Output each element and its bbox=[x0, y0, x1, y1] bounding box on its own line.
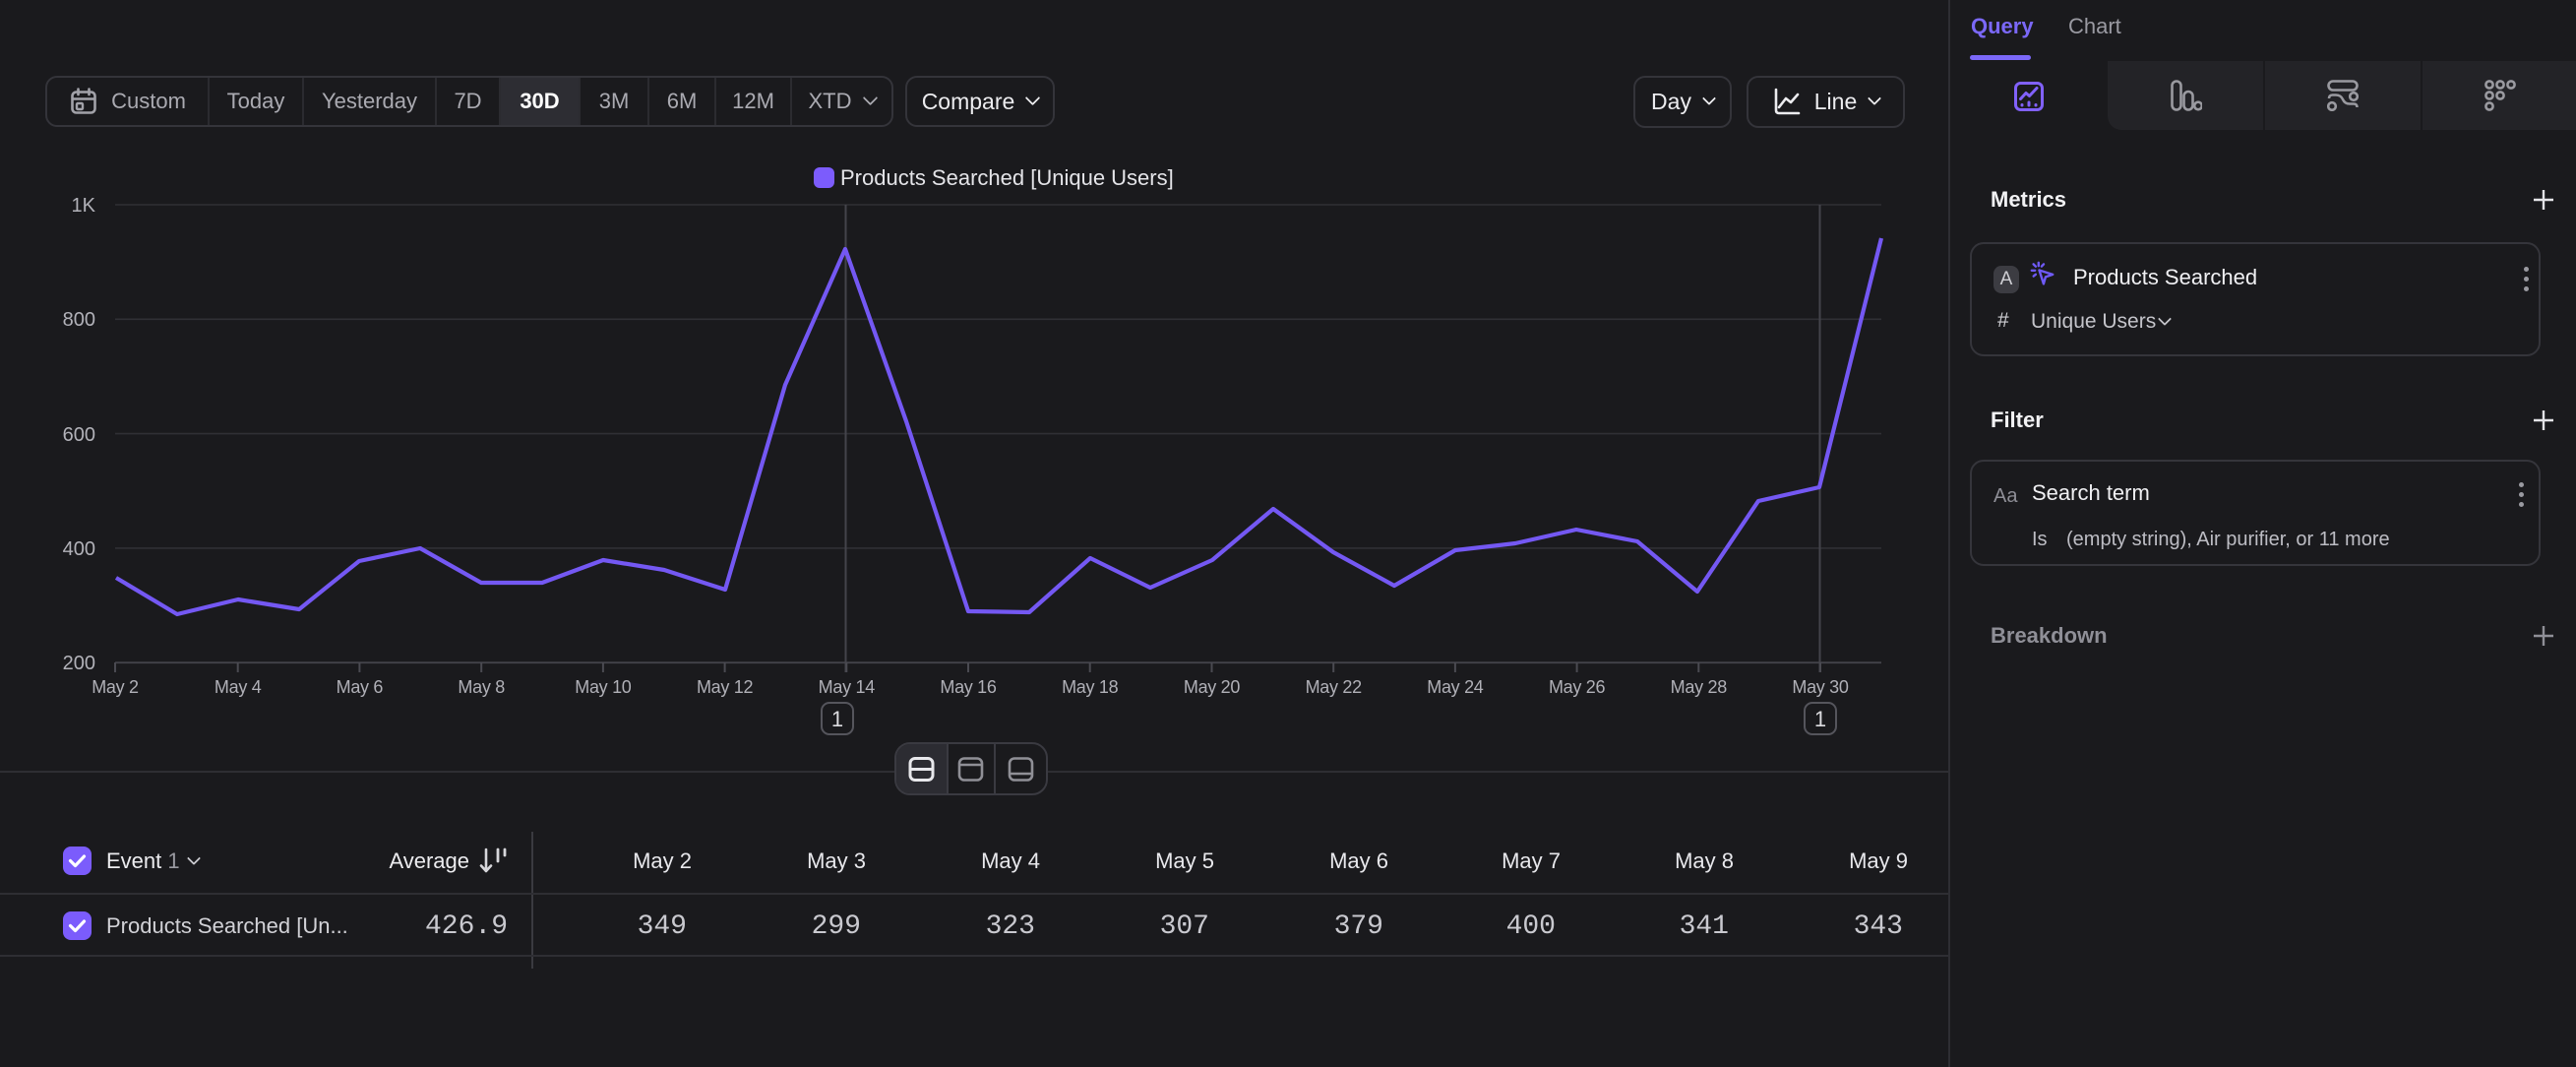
svg-text:May 2: May 2 bbox=[92, 677, 139, 697]
svg-text:600: 600 bbox=[63, 424, 95, 446]
svg-text:1K: 1K bbox=[72, 195, 96, 217]
svg-text:1: 1 bbox=[831, 707, 843, 731]
svg-text:May 28: May 28 bbox=[1671, 677, 1728, 697]
svg-text:May 16: May 16 bbox=[940, 677, 997, 697]
svg-text:May 8: May 8 bbox=[458, 677, 505, 697]
svg-text:1: 1 bbox=[1814, 707, 1826, 731]
svg-text:800: 800 bbox=[63, 309, 95, 331]
svg-text:May 14: May 14 bbox=[819, 677, 876, 697]
svg-text:May 20: May 20 bbox=[1184, 677, 1241, 697]
svg-text:May 22: May 22 bbox=[1306, 677, 1363, 697]
svg-text:May 12: May 12 bbox=[697, 677, 754, 697]
svg-text:May 18: May 18 bbox=[1062, 677, 1119, 697]
svg-text:May 24: May 24 bbox=[1427, 677, 1484, 697]
svg-text:May 4: May 4 bbox=[215, 677, 262, 697]
svg-text:May 10: May 10 bbox=[575, 677, 632, 697]
svg-text:May 30: May 30 bbox=[1792, 677, 1849, 697]
svg-text:200: 200 bbox=[63, 653, 95, 674]
svg-text:400: 400 bbox=[63, 538, 95, 560]
svg-text:May 26: May 26 bbox=[1549, 677, 1606, 697]
svg-text:May 6: May 6 bbox=[337, 677, 384, 697]
